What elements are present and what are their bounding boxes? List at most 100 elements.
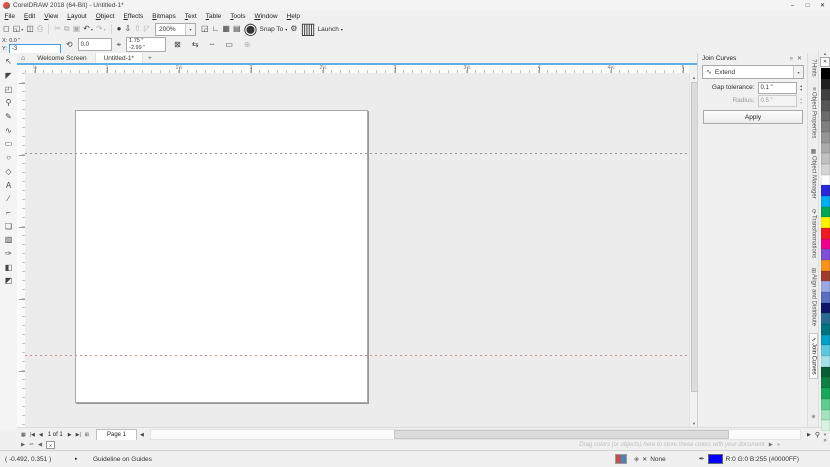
apply-button[interactable]: Apply — [703, 110, 803, 124]
rotation-angle-input[interactable]: 0.0 — [77, 38, 112, 51]
palette-scroll-up-icon[interactable]: ▲ — [823, 50, 827, 57]
scroll-left-icon[interactable]: ◀ — [38, 442, 42, 448]
palette-swatch[interactable] — [820, 174, 830, 186]
palette-swatch[interactable] — [820, 121, 830, 133]
open-button[interactable]: ◱ ▾ — [13, 24, 24, 34]
horizontal-scrollbar-thumb[interactable] — [393, 430, 729, 439]
eyedropper-icon[interactable]: ✑ — [29, 442, 34, 448]
last-page-button[interactable]: ▶| — [75, 432, 82, 438]
rectangle-tool[interactable]: ▭ — [0, 137, 17, 151]
first-page-button[interactable]: |◀ — [29, 432, 36, 438]
preset-guidelines-button[interactable]: ▭ — [222, 40, 236, 49]
palette-swatch[interactable] — [820, 356, 830, 367]
options-button[interactable]: ⚙ — [290, 24, 297, 34]
palette-swatch[interactable] — [820, 260, 830, 271]
cut-button[interactable]: ✂ ▾ — [54, 24, 61, 34]
minimize-button[interactable]: – — [785, 0, 800, 11]
transparency-tool[interactable]: ▨ — [0, 233, 17, 247]
copy-button[interactable]: ⧉ ▾ — [64, 24, 70, 34]
close-button[interactable]: ✕ — [815, 0, 830, 11]
docker-tab-hints[interactable]: ? Hints — [811, 56, 817, 80]
gap-tolerance-input[interactable]: 0.1 " — [757, 81, 797, 94]
next-page-button[interactable]: ▶ — [67, 432, 73, 438]
docker-tab-transformations[interactable]: ⟳ Transformations — [810, 206, 817, 261]
redo-button[interactable]: ↷ ▾ — [96, 24, 106, 34]
docker-tab-align-distribute[interactable]: ⊞ Align and Distribute — [810, 265, 817, 329]
palette-swatch[interactable] — [820, 110, 830, 122]
show-grid-button[interactable]: ▦ ▾ — [222, 24, 230, 34]
undo-button[interactable]: ↶ ▾ — [83, 24, 93, 34]
document-palette-flyout-icon[interactable]: ▶ — [21, 442, 25, 448]
scroll-right-icon[interactable]: ▶ — [806, 432, 812, 438]
status-expand-icon[interactable]: ▸ — [75, 456, 93, 462]
palette-swatch[interactable] — [820, 78, 830, 90]
palette-swatch[interactable] — [820, 206, 830, 218]
lock-guideline-button[interactable]: ⊠ — [171, 40, 184, 49]
maximize-button[interactable]: □ — [800, 0, 815, 11]
palette-swatch[interactable] — [820, 377, 830, 389]
new-tab-button[interactable]: + — [143, 55, 157, 62]
palette-swatch[interactable] — [820, 100, 830, 111]
y-position-input[interactable]: -3 — [8, 43, 61, 54]
palette-swatch[interactable] — [820, 334, 830, 346]
scale-ratio-icon[interactable]: ◸ ▾ — [144, 24, 150, 34]
artistic-media-tool[interactable]: ∿ — [0, 123, 17, 137]
save-button[interactable]: ◫ ▾ — [26, 24, 34, 34]
drop-shadow-tool[interactable]: ❏ — [0, 219, 17, 233]
palette-swatch[interactable] — [820, 164, 830, 175]
docker-tab-object-manager[interactable]: ▦ Object Manager — [810, 145, 817, 202]
print-button[interactable]: ⎙ ▾ — [37, 24, 43, 34]
palette-swatch[interactable] — [820, 142, 830, 154]
menu-item[interactable]: Table — [201, 13, 226, 20]
menu-item[interactable]: Text — [180, 13, 201, 20]
palette-swatch[interactable] — [820, 409, 830, 421]
menu-item[interactable]: File — [0, 13, 20, 20]
palette-swatch[interactable] — [820, 249, 830, 261]
guideline-style-button[interactable]: ┄ — [207, 40, 218, 49]
palette-swatch[interactable] — [820, 132, 830, 143]
palette-swatch[interactable] — [820, 270, 830, 282]
center-y-value[interactable]: -2.99 " — [129, 45, 163, 52]
export-button[interactable]: ⇧ ▾ — [134, 24, 141, 34]
ellipse-tool[interactable]: ○ — [0, 151, 17, 165]
palette-swatch[interactable] — [820, 281, 830, 293]
palette-swatch[interactable] — [820, 302, 830, 314]
previous-page-button[interactable]: ◀ — [38, 432, 44, 438]
show-rulers-button[interactable]: ∟ ▾ — [212, 24, 220, 34]
docker-tab-join-curves[interactable]: ∿ Join Curves — [809, 332, 818, 379]
color-profile-icon[interactable] — [614, 454, 627, 464]
interactive-fill-tool[interactable]: ◧ — [0, 260, 17, 274]
palette-swatch[interactable] — [820, 185, 830, 197]
home-icon[interactable]: ⌂ — [17, 55, 29, 62]
fill-status[interactable]: ◈ ✕ None — [634, 455, 666, 464]
add-page-button[interactable]: ⊞ — [84, 432, 90, 438]
connector-tool[interactable]: ⌐ — [0, 206, 17, 220]
crop-tool[interactable]: ◰ — [0, 82, 17, 96]
docker-close-icon[interactable]: ✕ — [795, 55, 804, 62]
horizontal-guideline[interactable] — [25, 153, 689, 154]
palette-swatch[interactable] — [820, 196, 830, 207]
scroll-right-icon[interactable]: ▶ — [769, 442, 773, 448]
horizontal-guideline-selected[interactable] — [25, 355, 689, 356]
page-sorter-icon[interactable]: ▦ — [20, 432, 27, 438]
docker-flyout-icon[interactable]: » — [788, 56, 795, 62]
palette-swatch[interactable] — [820, 345, 830, 357]
no-color-swatch[interactable]: ✕ — [820, 57, 830, 67]
join-mode-dropdown[interactable]: ∿ Extend ▾ — [702, 65, 804, 79]
chevron-down-icon[interactable]: ▾ — [185, 23, 196, 35]
add-guideline-button[interactable]: ⊕ — [241, 40, 254, 49]
menu-item[interactable]: Layout — [63, 13, 92, 20]
palette-swatch[interactable] — [820, 292, 830, 303]
scroll-left-icon[interactable]: ◀ — [139, 432, 145, 438]
pick-tool[interactable]: ↖ — [0, 55, 17, 69]
document-tab[interactable]: Untitled-1* — [95, 53, 143, 63]
palette-swatch[interactable] — [820, 89, 830, 101]
palette-swatch[interactable] — [820, 366, 830, 378]
polygon-tool[interactable]: ◇ — [0, 165, 17, 179]
drawing-canvas[interactable] — [25, 73, 689, 427]
smart-fill-tool[interactable]: ◩ — [0, 274, 17, 288]
zoom-tool[interactable]: ⚲ — [0, 96, 17, 110]
palette-swatch[interactable] — [820, 398, 830, 410]
search-content-button[interactable]: ● ▾ — [117, 24, 122, 34]
paste-button[interactable]: ▣ ▾ — [73, 24, 81, 34]
